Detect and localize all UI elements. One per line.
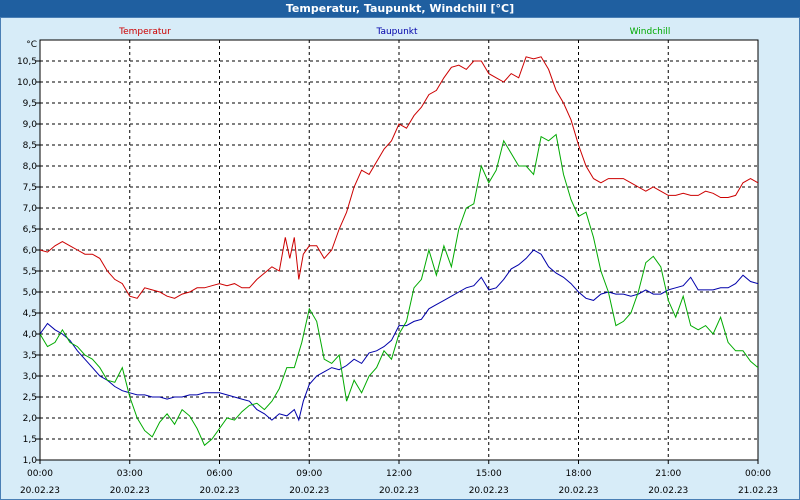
x-tick-time: 15:00 xyxy=(476,469,502,479)
x-tick-time: 09:00 xyxy=(296,469,322,479)
x-tick-date: 20.02.23 xyxy=(469,486,509,496)
y-tick-label: 1,5 xyxy=(23,435,37,445)
x-tick-time: 03:00 xyxy=(117,469,143,479)
y-tick-label: 1,0 xyxy=(23,456,38,466)
y-tick-label: 9,0 xyxy=(23,120,38,130)
y-tick-label: 4,5 xyxy=(23,309,37,319)
legend-entry-windchill: Windchill xyxy=(630,27,671,37)
y-tick-label: 7,0 xyxy=(23,204,38,214)
y-tick-label: 3,5 xyxy=(23,351,37,361)
y-tick-label: 10,5 xyxy=(17,57,37,67)
x-tick-time: 21:00 xyxy=(655,469,681,479)
x-tick-date: 20.02.23 xyxy=(199,486,239,496)
x-tick-date: 20.02.23 xyxy=(648,486,688,496)
x-tick-time: 00:00 xyxy=(27,469,53,479)
x-tick-time: 12:00 xyxy=(386,469,412,479)
y-tick-label: 8,0 xyxy=(23,162,38,172)
x-tick-date: 21.02.23 xyxy=(738,486,778,496)
legend-entry-taupunkt: Taupunkt xyxy=(375,27,418,37)
y-tick-label: 2,0 xyxy=(23,414,38,424)
x-tick-date: 20.02.23 xyxy=(558,486,598,496)
line-chart: 1,0 1,5 2,0 2,5 3,0 3,5 4,0 4,5 5,0 5,5 6,0 6,5 7,0 7… xyxy=(17,27,778,496)
x-tick-date: 20.02.23 xyxy=(289,486,329,496)
x-tick-date: 20.02.23 xyxy=(379,486,419,496)
y-tick-label: 10,0 xyxy=(17,78,37,88)
x-tick-date: 20.02.23 xyxy=(110,486,150,496)
y-tick-label: 6,5 xyxy=(23,225,37,235)
x-tick-date: 20.02.23 xyxy=(20,486,60,496)
y-tick-label: 6,0 xyxy=(23,246,38,256)
y-axis-label: °C xyxy=(26,40,37,50)
y-tick-label: 4,0 xyxy=(23,330,38,340)
x-tick-time: 18:00 xyxy=(566,469,592,479)
legend-entry-temperatur: Temperatur xyxy=(118,27,171,37)
y-tick-label: 2,5 xyxy=(23,393,37,403)
y-tick-label: 7,5 xyxy=(23,183,37,193)
y-tick-label: 5,5 xyxy=(23,267,37,277)
x-tick-time: 00:00 xyxy=(745,469,771,479)
y-tick-label: 5,0 xyxy=(23,288,38,298)
x-tick-time: 06:00 xyxy=(207,469,233,479)
y-tick-label: 8,5 xyxy=(23,141,37,151)
y-tick-label: 3,0 xyxy=(23,372,38,382)
y-tick-label: 9,5 xyxy=(23,99,37,109)
